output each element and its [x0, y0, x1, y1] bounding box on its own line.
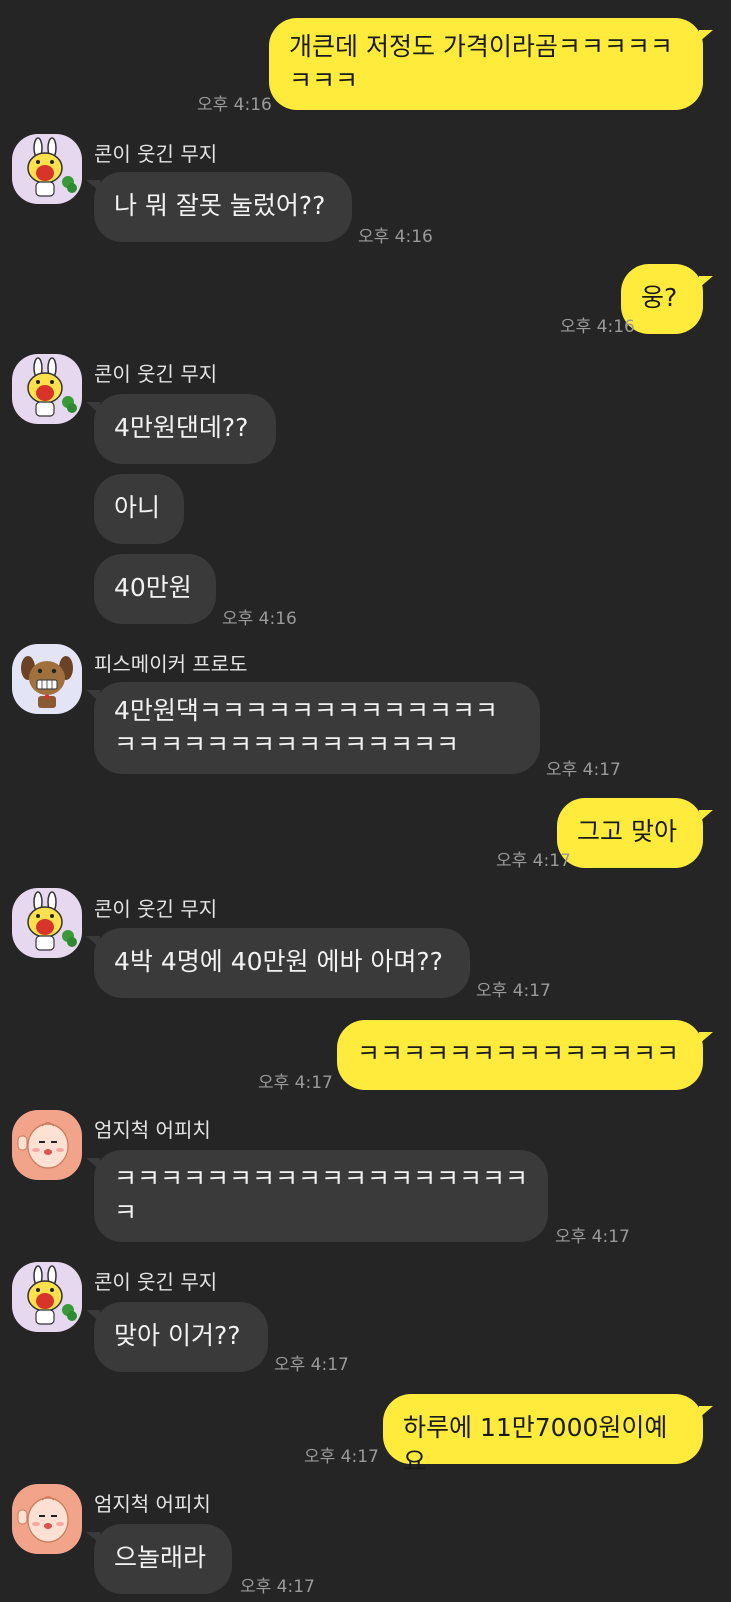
message-bubble[interactable]: 4만원댄데??: [94, 394, 276, 464]
muzi-con-icon: [27, 891, 77, 951]
muzi-con-icon: [27, 1265, 77, 1325]
bubble-tail: [86, 1310, 100, 1322]
message-time: 오후 4:17: [258, 1073, 333, 1093]
bubble-tail: [699, 276, 713, 288]
message-bubble[interactable]: ㅋㅋㅋㅋㅋㅋㅋㅋㅋㅋㅋㅋㅋㅋㅋㅋㅋㅋ ㅋ: [94, 1150, 548, 1242]
sender-name: 엄지척 어피치: [94, 1492, 211, 1516]
bubble-tail: [86, 1532, 100, 1544]
avatar-apeach[interactable]: [12, 1484, 82, 1554]
avatar-muzi-con[interactable]: [12, 888, 82, 958]
message-time: 오후 4:16: [358, 227, 433, 247]
avatar-frodo[interactable]: [12, 644, 82, 714]
message-bubble[interactable]: 그고 맞아: [557, 798, 703, 868]
sender-name: 피스메이커 프로도: [94, 652, 248, 676]
sender-name: 엄지척 어피치: [94, 1118, 211, 1142]
message-time: 오후 4:17: [304, 1447, 379, 1467]
muzi-con-icon: [27, 357, 77, 417]
message-bubble[interactable]: 맞아 이거??: [94, 1302, 268, 1372]
apeach-icon: [17, 1122, 69, 1169]
message-bubble[interactable]: 나 뭐 잘못 눌렀어??: [94, 172, 352, 242]
message-bubble[interactable]: 4만원댁ㅋㅋㅋㅋㅋㅋㅋㅋㅋㅋㅋㅋㅋ ㅋㅋㅋㅋㅋㅋㅋㅋㅋㅋㅋㅋㅋㅋㅋ: [94, 682, 540, 774]
bubble-tail: [699, 810, 713, 822]
avatar-muzi-con[interactable]: [12, 134, 82, 204]
bubble-tail: [86, 180, 100, 192]
bubble-tail: [699, 30, 713, 42]
message-time: 오후 4:16: [222, 609, 297, 629]
avatar-muzi-con[interactable]: [12, 354, 82, 424]
bubble-tail: [86, 1158, 100, 1170]
message-bubble[interactable]: 40만원: [94, 554, 216, 624]
message-time: 오후 4:17: [546, 760, 621, 780]
sender-name: 콘이 웃긴 무지: [94, 1270, 218, 1294]
message-time: 오후 4:16: [560, 317, 635, 337]
message-bubble[interactable]: 으놀래라: [94, 1524, 232, 1594]
muzi-con-icon: [27, 137, 77, 197]
message-time: 오후 4:17: [240, 1577, 315, 1597]
sender-name: 콘이 웃긴 무지: [94, 362, 218, 386]
bubble-tail: [699, 1406, 713, 1418]
sender-name: 콘이 웃긴 무지: [94, 142, 218, 166]
apeach-icon: [17, 1496, 69, 1543]
message-bubble[interactable]: 4박 4명에 40만원 에바 아며??: [94, 928, 470, 998]
message-time: 오후 4:17: [476, 981, 551, 1001]
bubble-tail: [86, 402, 100, 414]
avatar-apeach[interactable]: [12, 1110, 82, 1180]
message-time: 오후 4:17: [555, 1227, 630, 1247]
message-bubble[interactable]: ㅋㅋㅋㅋㅋㅋㅋㅋㅋㅋㅋㅋㅋㅋ: [337, 1020, 703, 1090]
message-bubble[interactable]: 아니: [94, 474, 184, 544]
bubble-tail: [86, 690, 100, 702]
avatar-muzi-con[interactable]: [12, 1262, 82, 1332]
bubble-tail: [86, 936, 100, 948]
message-bubble[interactable]: 하루에 11만7000원이예요: [383, 1394, 703, 1476]
message-time: 오후 4:17: [496, 851, 571, 871]
message-bubble[interactable]: 개큰데 저정도 가격이라곰ㅋㅋㅋㅋㅋ ㅋㅋㅋ: [269, 18, 703, 110]
frodo-icon: [21, 656, 73, 708]
message-time: 오후 4:17: [274, 1355, 349, 1375]
message-time: 오후 4:16: [197, 95, 272, 115]
bubble-tail: [699, 1032, 713, 1044]
sender-name: 콘이 웃긴 무지: [94, 897, 218, 921]
